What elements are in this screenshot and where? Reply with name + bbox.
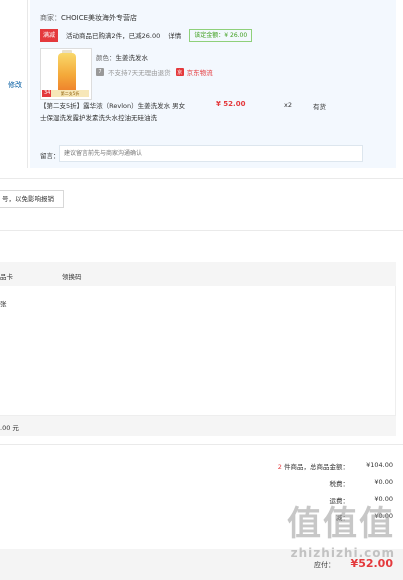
divider xyxy=(0,444,403,445)
product-color: 颜色：生姜洗发水 xyxy=(96,52,148,62)
invoice-button[interactable]: 号，以免影响报销 xyxy=(0,190,64,208)
no-return-icon: 7 xyxy=(96,68,104,76)
summary-value: ¥104.00 xyxy=(366,461,393,469)
summary-value: ¥0.00 xyxy=(374,478,393,486)
promo-details-link[interactable]: 详情 xyxy=(168,30,181,40)
shop-line: 商家：CHOICE美妆海外专营店 xyxy=(40,13,137,23)
modify-link[interactable]: 修改 xyxy=(8,80,22,90)
watermark-glyphs: 值值值 xyxy=(287,504,395,544)
table-header-card: 品卡 xyxy=(0,273,13,281)
service-row: 7 不支持7天无理由退货 京 京东物流 xyxy=(96,67,213,77)
service-text: 不支持7天无理由退货 xyxy=(108,69,171,77)
color-key: 颜色： xyxy=(96,54,116,62)
product-image-strip: 第二支5折 xyxy=(51,90,89,97)
summary-label: 2 件商品，总商品金额： xyxy=(277,463,349,471)
divider xyxy=(0,230,403,231)
shampoo-bottle-image xyxy=(58,53,76,93)
site-watermark: 值值值 zhizhizhi.com xyxy=(255,496,395,568)
watermark-text: zhizhizhi.com xyxy=(290,546,395,560)
summary-label: 税费： xyxy=(329,480,350,488)
remark-label: 留言： xyxy=(40,152,60,160)
color-value: 生姜洗发水 xyxy=(115,54,149,62)
jd-logistics-icon: 京 xyxy=(175,68,184,76)
saved-amount: ¥ 26.00 xyxy=(224,31,248,39)
divider xyxy=(0,178,403,179)
table-row: 张 xyxy=(0,300,7,308)
promo-text: 活动商品已购满2件，已减26.00 xyxy=(66,32,161,40)
product-quantity: x2 xyxy=(284,101,292,109)
item-count: 2 xyxy=(277,463,282,471)
table-header-code: 领换码 xyxy=(62,273,82,281)
saved-amount-box: 该定金额：¥ 26.00 xyxy=(189,28,253,42)
stock-status: 有货 xyxy=(313,103,326,111)
jd-logistics-text: 京东物流 xyxy=(186,69,213,77)
giftcard-total: .00 元 xyxy=(0,424,19,432)
product-name[interactable]: 【第二支5折】露华浓（Revlon）生姜洗发水 男女士保湿洗发露护发素洗头水控油… xyxy=(40,100,190,124)
saved-label: 该定金额： xyxy=(194,31,225,39)
giftcard-table-body xyxy=(0,286,396,416)
shop-label: 商家： xyxy=(40,14,61,22)
summary-row-total: 2 件商品，总商品金额： ¥104.00 xyxy=(269,461,393,471)
giftcard-table-footer xyxy=(0,416,396,436)
promo-tag: 满减 xyxy=(40,28,59,42)
promo-row: 满减 活动商品已购满2件，已减26.00 详情 该定金额：¥ 26.00 xyxy=(40,28,253,42)
giftcard-table-header xyxy=(0,262,396,286)
product-image[interactable]: 34 第二支5折 xyxy=(40,48,92,100)
product-price: ¥ 52.00 xyxy=(216,100,246,108)
shop-name[interactable]: CHOICE美妆海外专营店 xyxy=(61,14,137,22)
summary-row-tax: 税费： ¥0.00 xyxy=(269,478,394,488)
remark-input[interactable] xyxy=(59,145,363,162)
